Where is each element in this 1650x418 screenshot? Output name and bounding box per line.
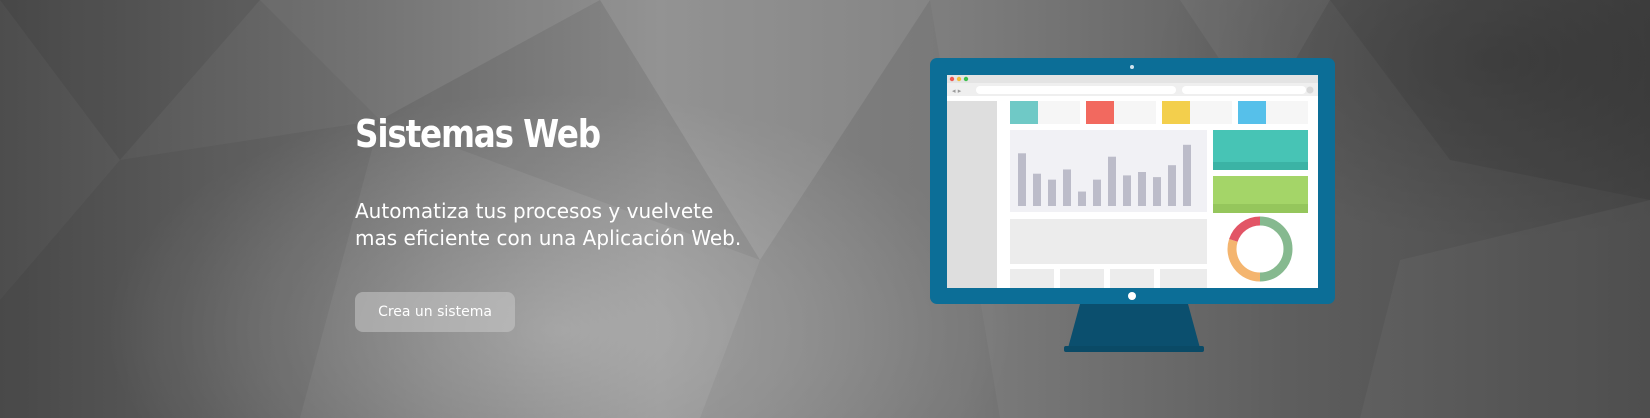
chart-bar (1108, 156, 1116, 206)
chart-bar (1153, 177, 1161, 206)
stat-tile-color (1010, 101, 1038, 124)
geometric-texture (0, 0, 1650, 418)
power-button-icon (1128, 292, 1136, 300)
monitor-svg: ◂ ▸ (930, 58, 1335, 352)
app-sidebar (947, 101, 997, 288)
chart-bar (1168, 165, 1176, 206)
hero-headline: Sistemas Web (355, 112, 601, 156)
hero-subline-line-2: mas eficiente con una Aplicación Web. (355, 226, 742, 250)
close-dot-icon (949, 76, 955, 82)
chart-bar (1048, 179, 1056, 206)
chart-bar (1093, 179, 1101, 206)
browser-menu-icon (1306, 86, 1314, 94)
browser-search-bar (1182, 86, 1306, 94)
hero-subline-line-1: Automatiza tus procesos y vuelvete (355, 199, 714, 223)
panel-green-footer (1213, 204, 1308, 213)
monitor-illustration: ◂ ▸ (930, 58, 1335, 354)
mini-panel (1160, 269, 1207, 288)
minimize-dot-icon (956, 76, 962, 82)
webcam-icon (1130, 65, 1134, 69)
chart-bar (1033, 173, 1041, 206)
content-panel (1010, 219, 1207, 264)
monitor-stand (1068, 304, 1200, 348)
create-system-button[interactable]: Crea un sistema (355, 292, 515, 332)
chart-bar (1078, 191, 1086, 206)
chart-bar (1123, 175, 1131, 206)
maximize-dot-icon (963, 76, 969, 82)
monitor-base (1064, 346, 1204, 352)
hero-subline: Automatiza tus procesos y vuelvete mas e… (355, 198, 775, 252)
address-bar (976, 86, 1176, 94)
chart-bar (1138, 172, 1146, 206)
mini-panel (1010, 269, 1054, 288)
panel-teal-footer (1213, 162, 1308, 170)
chart-bar (1183, 144, 1191, 206)
chart-bar (1018, 153, 1026, 206)
stat-tile-color (1162, 101, 1190, 124)
stat-tile-color (1238, 101, 1266, 124)
mini-panel (1060, 269, 1104, 288)
browser-titlebar (947, 75, 1318, 83)
chart-bar (1063, 169, 1071, 206)
stat-tile-color (1086, 101, 1114, 124)
hero-text: Sistemas Web Automatiza tus procesos y v… (355, 112, 741, 250)
nav-arrows-icon: ◂ ▸ (952, 87, 962, 95)
mini-panel (1110, 269, 1154, 288)
